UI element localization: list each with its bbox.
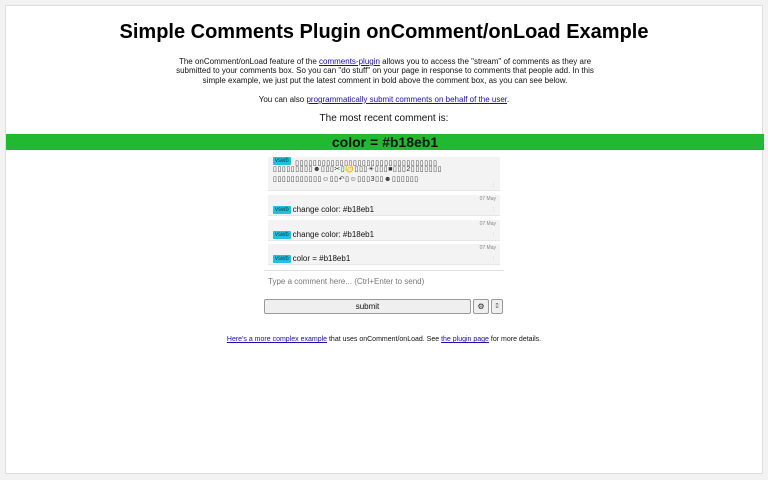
comments-list[interactable]: vswb ▯▯▯▯▯▯▯▯▯▯▯▯▯▯▯▯▯▯▯▯▯▯▯▯▯▯▯▯▯▯▯▯ ▯▯… (264, 157, 504, 268)
also-paragraph: You can also programmatically submit com… (6, 95, 762, 104)
comment-item: vswb change color: #b18eb1 07 May ⋮ (268, 220, 500, 241)
footer-text-middle: that uses onComment/onLoad. See (327, 336, 442, 343)
gear-icon[interactable]: ⚙ (473, 299, 489, 314)
comment-menu-icon[interactable]: ⋮ (491, 182, 496, 188)
also-text-end: . (507, 95, 510, 104)
comment-username[interactable]: vswb (273, 254, 291, 263)
comment-item: vswb change color: #b18eb1 07 May ⋮ (268, 195, 500, 216)
comment-date: 07 May (479, 221, 496, 227)
comment-text: ▯▯▯▯▯▯▯▯▯▯▯☺▯▯↶▯☺▯▯▯3▯▯☻▯▯▯▯▯▯ (273, 176, 419, 183)
page-title: Simple Comments Plugin onComment/onLoad … (119, 21, 649, 43)
comment-username[interactable]: vswb (273, 157, 291, 165)
latest-comment-banner: color = #b18eb1 (6, 134, 764, 150)
footer-text-end: for more details. (488, 336, 542, 343)
programmatic-submit-link[interactable]: programmatically submit comments on beha… (306, 95, 507, 104)
comment-input-area (264, 270, 504, 291)
plugin-page-link[interactable]: the plugin page (441, 336, 489, 343)
comment-menu-icon[interactable]: ⋮ (491, 207, 496, 213)
comment-text: change color: #b18eb1 (292, 205, 375, 215)
comment-menu-icon[interactable]: ⋮ (491, 256, 496, 262)
also-text-start: You can also (258, 95, 307, 104)
box-icon[interactable]: ▯ (491, 299, 503, 314)
footer-paragraph: Here's a more complex example that uses … (0, 336, 768, 343)
submit-button[interactable]: submit (264, 299, 471, 314)
intro-paragraph: The onComment/onLoad feature of the comm… (176, 57, 594, 85)
comment-username[interactable]: vswb (273, 205, 291, 214)
comment-item: vswb ▯▯▯▯▯▯▯▯▯▯▯▯▯▯▯▯▯▯▯▯▯▯▯▯▯▯▯▯▯▯▯▯ ▯▯… (268, 157, 500, 191)
comment-input[interactable] (264, 272, 500, 291)
comments-plugin-link[interactable]: comments-plugin (319, 57, 380, 66)
comment-date: 07 May (479, 245, 496, 251)
intro-text-start: The onComment/onLoad feature of the (178, 57, 320, 66)
comment-menu-icon[interactable]: ⋮ (491, 232, 496, 238)
complex-example-link[interactable]: Here's a more complex example (227, 336, 327, 343)
recent-comment-label: The most recent comment is: (319, 113, 449, 124)
comment-text: change color: #b18eb1 (292, 230, 375, 240)
comment-text: ▯▯▯▯▯▯▯▯▯☻▯▯▯✂▯♋▯▯▯☀▯▯▯■▯▯▯2▯▯▯▯▯▯▯ (273, 166, 443, 173)
comment-item: vswb color = #b18eb1 07 May ⋮ (268, 244, 500, 265)
comment-text: color = #b18eb1 (292, 254, 351, 264)
comment-date: 07 May (479, 196, 496, 202)
comment-username[interactable]: vswb (273, 230, 291, 239)
